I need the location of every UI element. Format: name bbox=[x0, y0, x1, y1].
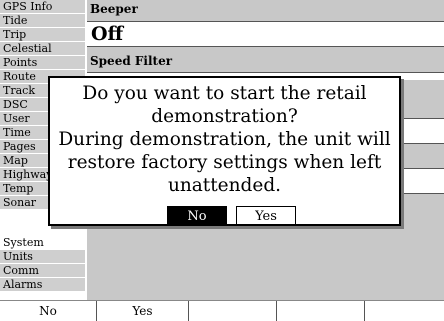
dialog-message: Do you want to start the retail demonstr… bbox=[50, 82, 399, 197]
dialog-message-line: demonstration? bbox=[151, 106, 298, 127]
dialog-message-line: Do you want to start the retail bbox=[82, 83, 367, 104]
softkey-3[interactable] bbox=[189, 301, 277, 321]
sidebar-item-comm[interactable]: Comm bbox=[0, 264, 85, 278]
softkey-bar: No Yes bbox=[0, 300, 444, 321]
sidebar-item-points[interactable]: Points bbox=[0, 56, 85, 70]
sidebar-item-system[interactable]: System bbox=[0, 236, 85, 250]
yes-button[interactable]: Yes bbox=[236, 206, 296, 225]
sidebar-item-celestial[interactable]: Celestial bbox=[0, 42, 85, 56]
speed-filter-label: Speed Filter bbox=[90, 54, 173, 68]
dialog-message-line: restore factory settings when left bbox=[67, 152, 382, 173]
sidebar-item-trip[interactable]: Trip bbox=[0, 28, 85, 42]
sidebar-item-units[interactable]: Units bbox=[0, 250, 85, 264]
retail-demo-dialog: Do you want to start the retail demonstr… bbox=[48, 76, 401, 226]
gps-settings-screen: GPS Info Tide Trip Celestial Points Rout… bbox=[0, 0, 444, 321]
softkey-5[interactable] bbox=[365, 301, 444, 321]
beeper-field[interactable]: Off bbox=[87, 21, 444, 47]
sidebar-item-alarms[interactable]: Alarms bbox=[0, 278, 85, 292]
beeper-value: Off bbox=[91, 23, 124, 45]
dialog-message-line: During demonstration, the unit will bbox=[58, 129, 391, 150]
no-button[interactable]: No bbox=[167, 206, 227, 225]
softkey-yes[interactable]: Yes bbox=[97, 301, 189, 321]
sidebar-item-tide[interactable]: Tide bbox=[0, 14, 85, 28]
sidebar-item-gps-info[interactable]: GPS Info bbox=[0, 0, 85, 14]
softkey-4[interactable] bbox=[277, 301, 365, 321]
softkey-no[interactable]: No bbox=[0, 301, 97, 321]
dialog-message-line: unattended. bbox=[167, 175, 282, 196]
beeper-label: Beeper bbox=[90, 2, 138, 16]
